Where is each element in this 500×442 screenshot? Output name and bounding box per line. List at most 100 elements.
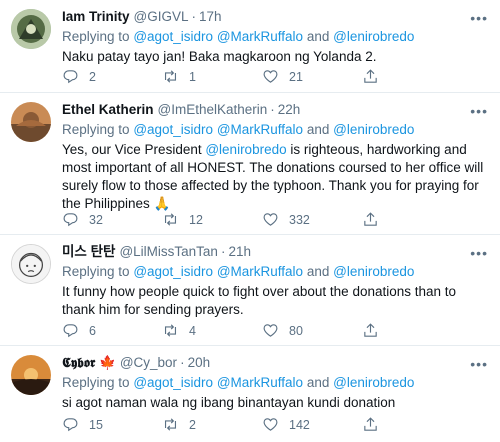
author-handle[interactable]: @GIGVL bbox=[134, 8, 189, 26]
retweet-button[interactable]: 12 bbox=[162, 211, 262, 228]
reply-button[interactable]: 32 bbox=[62, 211, 162, 228]
mention-link[interactable]: @MarkRuffalo bbox=[217, 29, 303, 44]
separator-dot: · bbox=[191, 9, 197, 24]
mention-link[interactable]: @agot_isidro bbox=[133, 264, 213, 279]
tweet-header: Ethel Katherin @ImEthelKatherin · 22h bbox=[62, 101, 492, 119]
more-icon[interactable]: ••• bbox=[470, 10, 488, 26]
reply-button[interactable]: 6 bbox=[62, 322, 162, 339]
author-name[interactable]: 𝕮𝖞𝖇𝖔𝖗 🍁 bbox=[62, 354, 116, 372]
tweet-text: Yes, our Vice President @lenirobredo is … bbox=[62, 141, 492, 213]
retweet-icon bbox=[164, 324, 177, 337]
tweet[interactable]: 𝕮𝖞𝖇𝖔𝖗 🍁 @Cy_bor · 20h ••• Replying to @a… bbox=[0, 346, 500, 442]
reply-count: 2 bbox=[89, 69, 96, 84]
tweet-body: 미스 탄탄 @LilMissTanTan · 21h ••• Replying … bbox=[62, 243, 492, 319]
mention-link[interactable]: @MarkRuffalo bbox=[217, 375, 303, 390]
mention-link[interactable]: @lenirobredo bbox=[333, 29, 414, 44]
tweet-actions: 15 2 142 bbox=[62, 416, 422, 433]
tweet-time[interactable]: 20h bbox=[188, 354, 211, 372]
like-button[interactable]: 142 bbox=[262, 416, 362, 433]
mention-link[interactable]: @lenirobredo bbox=[205, 142, 286, 157]
replying-to: Replying to @agot_isidro @MarkRuffalo an… bbox=[62, 374, 492, 392]
replying-to: Replying to @agot_isidro @MarkRuffalo an… bbox=[62, 121, 492, 139]
retweet-count: 2 bbox=[189, 417, 196, 432]
mention-link[interactable]: @agot_isidro bbox=[133, 122, 213, 137]
tweet-time[interactable]: 17h bbox=[199, 8, 222, 26]
mention-link[interactable]: @lenirobredo bbox=[333, 264, 414, 279]
mention-link[interactable]: @agot_isidro bbox=[133, 375, 213, 390]
share-icon bbox=[364, 417, 377, 431]
mention-link[interactable]: @MarkRuffalo bbox=[217, 122, 303, 137]
share-button[interactable] bbox=[362, 211, 402, 228]
reply-feed: Iam Trinity @GIGVL · 17h ••• Replying to… bbox=[0, 0, 500, 442]
replying-prefix: Replying to bbox=[62, 122, 130, 137]
replying-and: and bbox=[306, 29, 330, 44]
share-button[interactable] bbox=[362, 322, 402, 339]
share-button[interactable] bbox=[362, 416, 402, 433]
like-icon bbox=[263, 70, 278, 83]
retweet-button[interactable]: 2 bbox=[162, 416, 262, 433]
more-icon[interactable]: ••• bbox=[470, 356, 488, 372]
author-name[interactable]: Iam Trinity bbox=[62, 8, 130, 26]
tweet[interactable]: 미스 탄탄 @LilMissTanTan · 21h ••• Replying … bbox=[0, 235, 500, 346]
like-count: 21 bbox=[289, 69, 303, 84]
avatar[interactable] bbox=[11, 102, 51, 142]
reply-icon bbox=[63, 213, 78, 227]
tweet-body: Iam Trinity @GIGVL · 17h ••• Replying to… bbox=[62, 8, 492, 66]
reply-count: 15 bbox=[89, 417, 103, 432]
tweet-text-start: Yes, our Vice President bbox=[62, 142, 206, 157]
like-button[interactable]: 332 bbox=[262, 211, 362, 228]
replying-prefix: Replying to bbox=[62, 375, 130, 390]
like-count: 332 bbox=[289, 212, 310, 227]
share-icon bbox=[364, 323, 377, 337]
author-handle[interactable]: @Cy_bor bbox=[120, 354, 177, 372]
more-icon[interactable]: ••• bbox=[470, 103, 488, 119]
author-handle[interactable]: @ImEthelKatherin bbox=[158, 101, 268, 119]
like-button[interactable]: 80 bbox=[262, 322, 362, 339]
replying-prefix: Replying to bbox=[62, 29, 130, 44]
replying-and: and bbox=[306, 264, 330, 279]
like-icon bbox=[263, 418, 278, 431]
like-icon bbox=[263, 324, 278, 337]
separator-dot: · bbox=[270, 102, 275, 117]
reply-count: 6 bbox=[89, 323, 96, 338]
retweet-button[interactable]: 1 bbox=[162, 68, 262, 85]
tweet-text: Naku patay tayo jan! Baka magkaroon ng Y… bbox=[62, 49, 377, 64]
retweet-icon bbox=[164, 213, 177, 226]
share-button[interactable] bbox=[362, 68, 402, 85]
author-name[interactable]: Ethel Katherin bbox=[62, 101, 154, 119]
avatar[interactable] bbox=[11, 9, 51, 49]
tweet-header: Iam Trinity @GIGVL · 17h bbox=[62, 8, 492, 26]
replying-to: Replying to @agot_isidro @MarkRuffalo an… bbox=[62, 28, 492, 46]
like-button[interactable]: 21 bbox=[262, 68, 362, 85]
tweet-header: 미스 탄탄 @LilMissTanTan · 21h bbox=[62, 243, 492, 261]
tweet-time[interactable]: 22h bbox=[278, 101, 301, 119]
tweet-actions: 6 4 80 bbox=[62, 322, 422, 339]
reply-button[interactable]: 2 bbox=[62, 68, 162, 85]
retweet-count: 12 bbox=[189, 212, 203, 227]
tweet[interactable]: Iam Trinity @GIGVL · 17h ••• Replying to… bbox=[0, 0, 500, 93]
separator-dot: · bbox=[180, 355, 185, 370]
author-handle[interactable]: @LilMissTanTan bbox=[119, 243, 218, 261]
mention-link[interactable]: @agot_isidro bbox=[133, 29, 213, 44]
avatar[interactable] bbox=[11, 244, 51, 284]
more-icon[interactable]: ••• bbox=[470, 245, 488, 261]
retweet-count: 4 bbox=[189, 323, 196, 338]
like-count: 80 bbox=[289, 323, 303, 338]
like-count: 142 bbox=[289, 417, 310, 432]
tweet[interactable]: Ethel Katherin @ImEthelKatherin · 22h ••… bbox=[0, 93, 500, 235]
tweet-header: 𝕮𝖞𝖇𝖔𝖗 🍁 @Cy_bor · 20h bbox=[62, 354, 492, 372]
tweet-text: It funny how people quick to fight over … bbox=[62, 284, 457, 317]
mention-link[interactable]: @lenirobredo bbox=[333, 375, 414, 390]
reply-icon bbox=[63, 324, 78, 338]
mention-link[interactable]: @lenirobredo bbox=[333, 122, 414, 137]
like-icon bbox=[263, 213, 278, 226]
separator-dot: · bbox=[220, 244, 226, 259]
reply-icon bbox=[63, 70, 78, 84]
tweet-time[interactable]: 21h bbox=[228, 243, 251, 261]
tweet-actions: 2 1 21 bbox=[62, 68, 422, 85]
avatar[interactable] bbox=[11, 355, 51, 395]
retweet-button[interactable]: 4 bbox=[162, 322, 262, 339]
author-name[interactable]: 미스 탄탄 bbox=[62, 243, 115, 261]
reply-button[interactable]: 15 bbox=[62, 416, 162, 433]
mention-link[interactable]: @MarkRuffalo bbox=[217, 264, 303, 279]
